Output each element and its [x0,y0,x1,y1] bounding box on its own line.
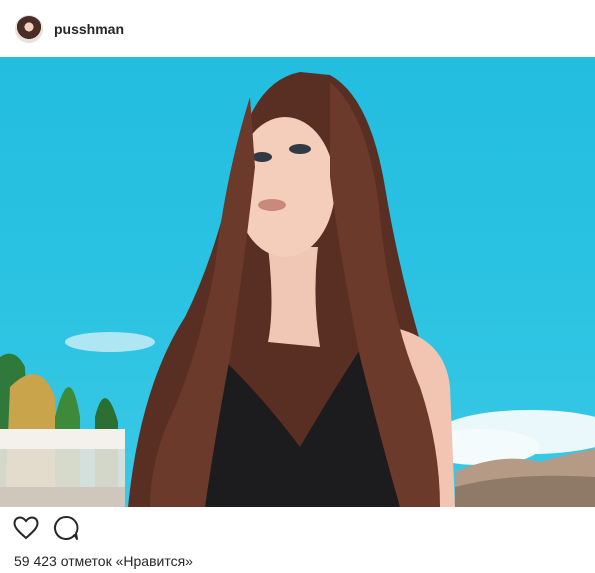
comment-button[interactable] [52,514,80,542]
post-header: pusshman [0,0,595,57]
username-link[interactable]: pusshman [54,21,124,37]
post-photo[interactable] [0,57,595,507]
heart-icon [13,516,39,540]
photo-illustration [0,72,595,507]
comment-bubble-icon [54,515,79,540]
likes-count[interactable]: 59 423 отметок «Нравится» [14,553,193,569]
instagram-post: pusshman 59 423 отметок «Нравится» [0,0,595,573]
like-button[interactable] [12,514,40,542]
post-actions [0,507,595,549]
avatar[interactable] [15,14,43,43]
